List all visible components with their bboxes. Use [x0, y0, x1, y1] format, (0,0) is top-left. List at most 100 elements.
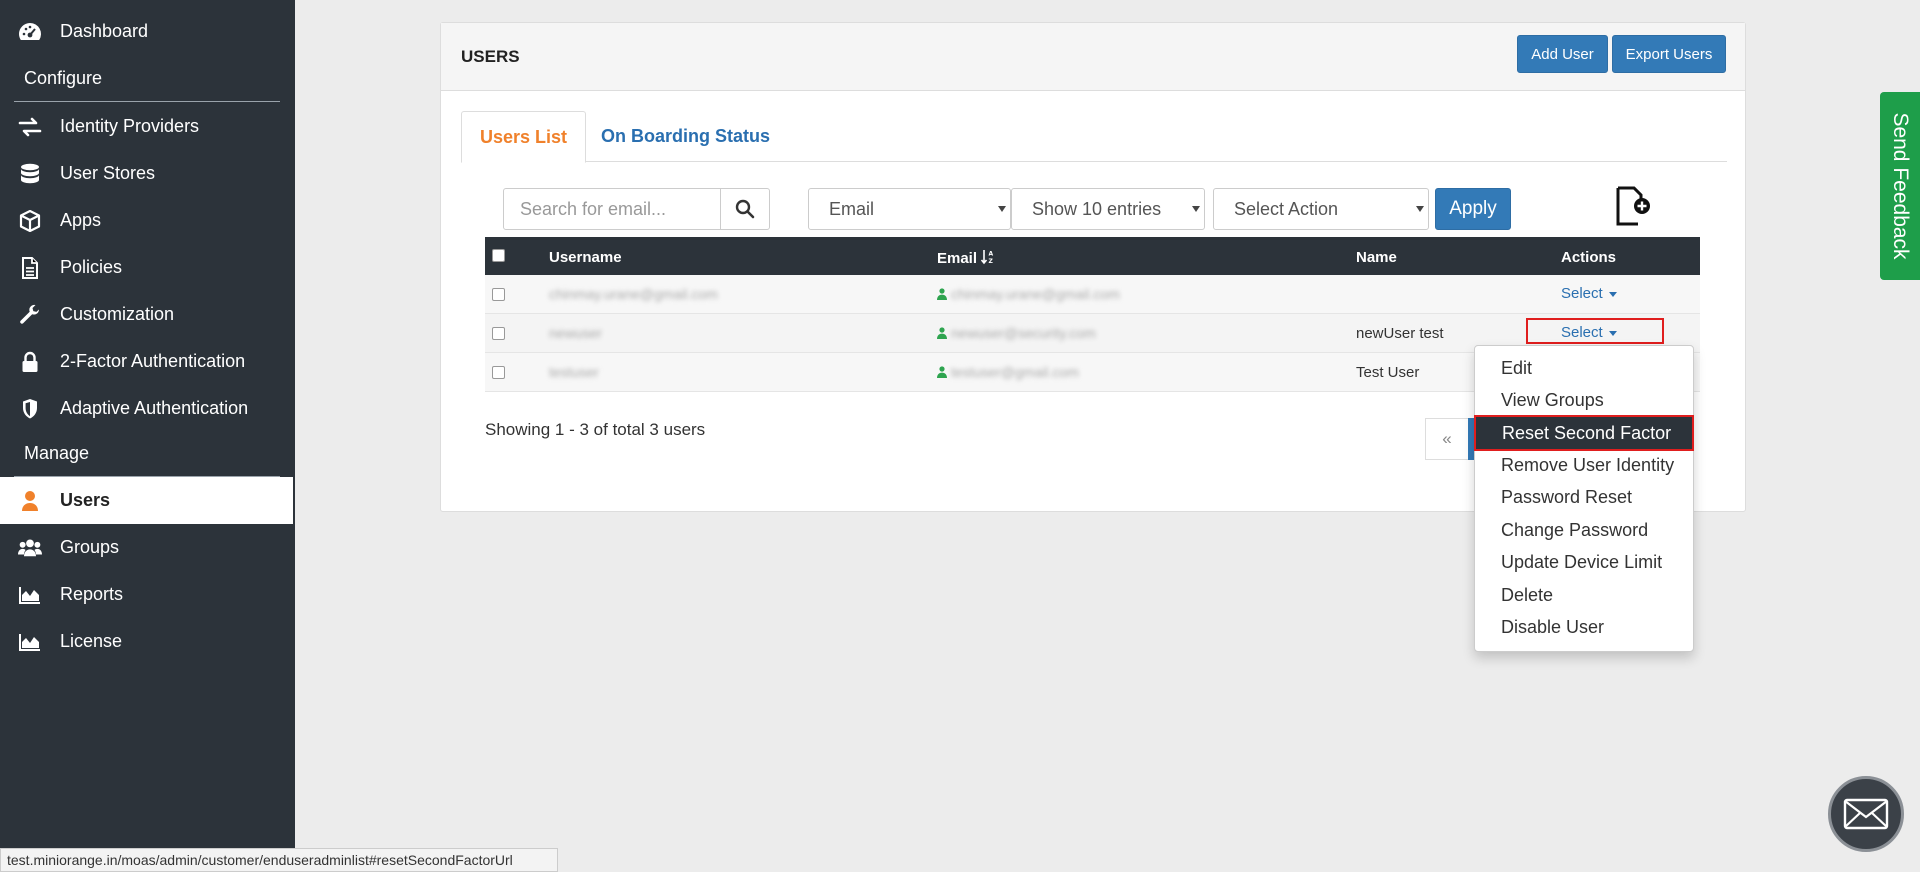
sidebar-item-label: Groups [60, 537, 120, 557]
page-title: USERS [461, 47, 520, 66]
envelope-icon [1843, 798, 1889, 830]
caret-down-icon [1192, 206, 1200, 212]
sidebar-item-label: Users [60, 490, 111, 510]
apply-button[interactable]: Apply [1435, 188, 1511, 230]
dashboard-icon [18, 20, 42, 44]
entries-select[interactable]: Show 10 entries [1011, 188, 1205, 230]
sidebar-item-label: Dashboard [60, 21, 149, 41]
contact-mail-button[interactable] [1828, 776, 1904, 852]
verified-user-icon [937, 288, 947, 300]
section-manage: Manage [24, 443, 90, 463]
menu-item-change-password[interactable]: Change Password [1475, 514, 1693, 546]
user-icon [18, 489, 42, 513]
menu-item-update-device-limit[interactable]: Update Device Limit [1475, 546, 1693, 578]
panel-header: USERS Add User Export Users [441, 23, 1745, 91]
sidebar-item-label: 2-Factor Authentication [60, 351, 246, 371]
database-icon [18, 162, 42, 186]
sidebar: Dashboard Configure Identity Providers U… [0, 0, 295, 872]
tab-users-list[interactable]: Users List [461, 111, 587, 163]
menu-item-password-reset[interactable]: Password Reset [1475, 481, 1693, 513]
export-users-button[interactable]: Export Users [1612, 35, 1726, 73]
column-name[interactable]: Name [1356, 249, 1397, 266]
search-icon [735, 199, 755, 219]
wrench-icon [18, 303, 42, 327]
column-email[interactable]: Email AZ [937, 249, 995, 267]
divider [14, 101, 280, 102]
tab-onboarding-status[interactable]: On Boarding Status [583, 111, 788, 162]
pagination-prev[interactable]: « [1425, 418, 1469, 460]
verified-user-icon [937, 327, 947, 339]
menu-item-remove-user-identity[interactable]: Remove User Identity [1475, 449, 1693, 481]
search-input[interactable]: Search for email... [503, 188, 721, 230]
status-url-bar: test.miniorange.in/moas/admin/customer/e… [0, 848, 558, 872]
sidebar-item-2fa[interactable]: 2-Factor Authentication [0, 338, 293, 385]
entries-value: Show 10 entries [1032, 198, 1162, 219]
section-configure: Configure [24, 68, 103, 88]
area-chart-icon [18, 630, 42, 654]
send-feedback-tab[interactable]: Send Feedback [1880, 92, 1920, 280]
tab-bar: Users List On Boarding Status [461, 111, 1727, 163]
lock-icon [18, 350, 42, 374]
sidebar-item-label: License [60, 631, 123, 651]
menu-item-disable-user[interactable]: Disable User [1475, 611, 1693, 643]
sidebar-item-label: Identity Providers [60, 116, 200, 136]
bulk-action-value: Select Action [1234, 198, 1339, 219]
sidebar-item-label: Adaptive Authentication [60, 398, 249, 418]
menu-item-edit[interactable]: Edit [1475, 352, 1693, 384]
sort-icon: AZ [981, 250, 994, 265]
search-button[interactable] [720, 188, 770, 230]
sidebar-item-customization[interactable]: Customization [0, 291, 293, 338]
row-actions-menu: Edit View Groups Reset Second Factor Rem… [1474, 345, 1694, 652]
sidebar-item-user-stores[interactable]: User Stores [0, 150, 293, 197]
cube-icon [18, 209, 42, 233]
send-feedback-label: Send Feedback [1889, 112, 1912, 260]
sidebar-item-reports[interactable]: Reports [0, 571, 293, 618]
bulk-action-select[interactable]: Select Action [1213, 188, 1429, 230]
pagination-summary: Showing 1 - 3 of total 3 users [485, 420, 706, 439]
sidebar-item-label: Customization [60, 304, 175, 324]
username-cell: chinmay.urane@gmail.com [549, 286, 718, 302]
sidebar-item-policies[interactable]: Policies [0, 244, 293, 291]
sidebar-item-groups[interactable]: Groups [0, 524, 293, 571]
username-cell: testuser [549, 364, 599, 380]
name-cell: Test User [1356, 364, 1420, 381]
sidebar-item-label: Reports [60, 584, 124, 604]
shield-icon [18, 397, 42, 421]
add-file-icon[interactable] [1614, 186, 1654, 228]
users-icon [18, 536, 42, 560]
area-chart-icon [18, 583, 42, 607]
caret-down-icon [1608, 291, 1617, 297]
exchange-icon [18, 115, 42, 139]
sidebar-item-adaptive-auth[interactable]: Adaptive Authentication [0, 385, 293, 432]
caret-down-icon [998, 206, 1006, 212]
sidebar-item-users[interactable]: Users [0, 477, 293, 524]
select-all-checkbox[interactable] [492, 249, 505, 262]
email-cell: newuser@security.com [951, 325, 1096, 341]
row-checkbox[interactable] [492, 366, 505, 379]
add-user-button[interactable]: Add User [1517, 35, 1608, 73]
sidebar-item-label: Apps [60, 210, 102, 230]
column-email-label: Email [937, 250, 978, 267]
svg-text:A: A [989, 251, 994, 258]
sidebar-item-identity-providers[interactable]: Identity Providers [0, 103, 293, 150]
menu-item-reset-second-factor[interactable]: Reset Second Factor [1474, 415, 1694, 451]
caret-down-icon [1416, 206, 1424, 212]
row-checkbox[interactable] [492, 288, 505, 301]
sidebar-item-dashboard[interactable]: Dashboard [0, 8, 293, 55]
menu-item-delete[interactable]: Delete [1475, 579, 1693, 611]
svg-text:Z: Z [989, 258, 994, 265]
menu-item-view-groups[interactable]: View Groups [1475, 384, 1693, 416]
row-checkbox[interactable] [492, 327, 505, 340]
focus-outline [1526, 318, 1664, 344]
table-row: chinmay.urane@gmail.com chinmay.urane@gm… [485, 275, 1700, 314]
row-actions-dropdown[interactable]: Select [1561, 285, 1617, 302]
document-icon [18, 256, 42, 280]
sidebar-item-apps[interactable]: Apps [0, 197, 293, 244]
search-field-select[interactable]: Email [808, 188, 1011, 230]
column-username[interactable]: Username [549, 249, 622, 266]
username-cell: newuser [549, 325, 602, 341]
email-cell: chinmay.urane@gmail.com [951, 286, 1120, 302]
search-field-value: Email [829, 198, 875, 219]
sidebar-item-license[interactable]: License [0, 618, 293, 665]
column-actions: Actions [1561, 249, 1617, 266]
